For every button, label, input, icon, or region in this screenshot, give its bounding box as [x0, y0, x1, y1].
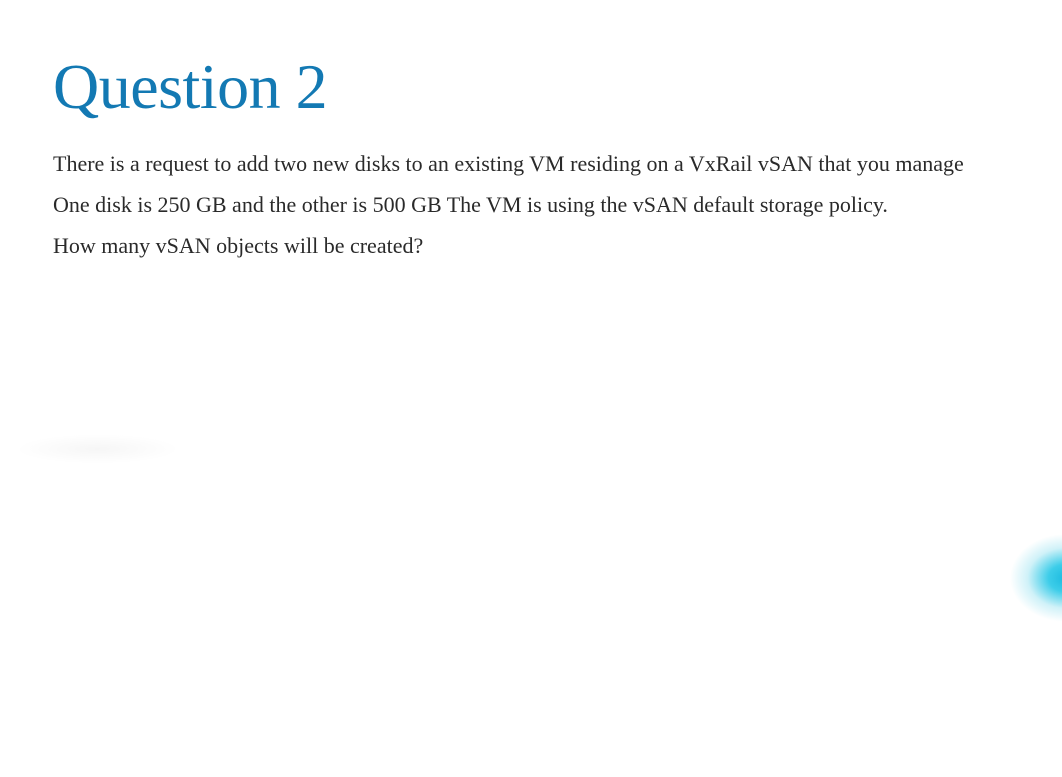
- question-body-line-2: One disk is 250 GB and the other is 500 …: [53, 185, 1013, 226]
- question-body: There is a request to add two new disks …: [53, 144, 1013, 266]
- decorative-shadow: [20, 435, 175, 463]
- question-body-line-3: How many vSAN objects will be created?: [53, 226, 1013, 267]
- decorative-accent: [962, 490, 1062, 650]
- question-content: Question 2 There is a request to add two…: [53, 52, 1013, 266]
- question-heading: Question 2: [53, 52, 1013, 122]
- question-body-line-1: There is a request to add two new disks …: [53, 144, 1013, 185]
